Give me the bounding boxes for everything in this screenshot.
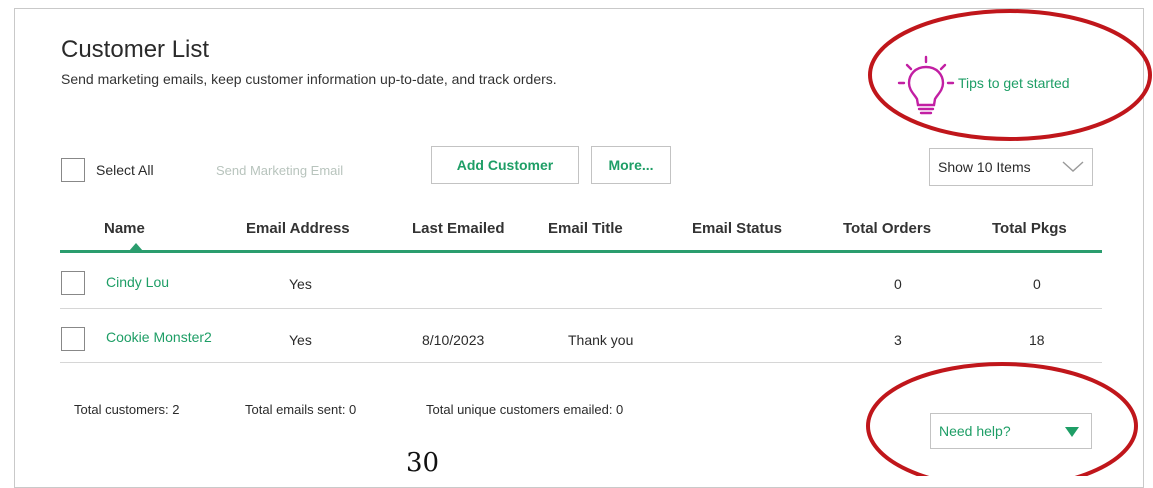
customer-name-link[interactable]: Cookie Monster2 [106,329,212,345]
last-emailed-cell: 8/10/2023 [422,332,485,348]
page-number: 30 [406,448,440,478]
chevron-down-icon [1062,161,1084,172]
column-header-name[interactable]: Name [104,220,145,237]
select-all-checkbox[interactable] [61,158,85,182]
total-orders-cell: 0 [894,276,902,292]
lightbulb-icon [897,55,955,115]
total-unique-customers-emailed: Total unique customers emailed: 0 [426,402,624,417]
need-help-label: Need help? [939,423,1011,439]
total-emails-sent: Total emails sent: 0 [245,402,357,417]
column-header-email-status[interactable]: Email Status [692,220,782,237]
need-help-dropdown[interactable]: Need help? [930,413,1092,449]
page-title: Customer List [61,36,210,63]
column-header-total-pkgs[interactable]: Total Pkgs [992,220,1067,237]
email-address-cell: Yes [289,332,312,348]
column-header-email-title[interactable]: Email Title [548,220,623,237]
send-marketing-email-button[interactable]: Send Marketing Email [216,163,343,178]
table-header-divider [60,250,1102,253]
row-checkbox[interactable] [61,327,85,351]
page-subtitle: Send marketing emails, keep customer inf… [61,71,557,87]
email-title-cell: Thank you [568,332,634,348]
customer-name-link[interactable]: Cindy Lou [106,274,169,290]
show-items-dropdown[interactable]: Show 10 Items [929,148,1093,186]
row-checkbox[interactable] [61,271,85,295]
more-button[interactable]: More... [591,146,671,184]
column-header-email-address[interactable]: Email Address [246,220,350,237]
select-all-label[interactable]: Select All [96,162,154,178]
column-header-last-emailed[interactable]: Last Emailed [412,220,505,237]
row-divider [60,362,1102,363]
triangle-down-icon [1065,427,1079,437]
row-divider [60,308,1102,309]
tips-link[interactable]: Tips to get started [958,75,1070,91]
email-address-cell: Yes [289,276,312,292]
total-pkgs-cell: 0 [1033,276,1041,292]
tips-to-get-started[interactable]: Tips to get started [896,55,1126,125]
show-items-label: Show 10 Items [938,159,1031,175]
column-header-total-orders[interactable]: Total Orders [843,220,931,237]
total-orders-cell: 3 [894,332,902,348]
total-customers: Total customers: 2 [74,402,180,417]
total-pkgs-cell: 18 [1029,332,1045,348]
add-customer-button[interactable]: Add Customer [431,146,579,184]
